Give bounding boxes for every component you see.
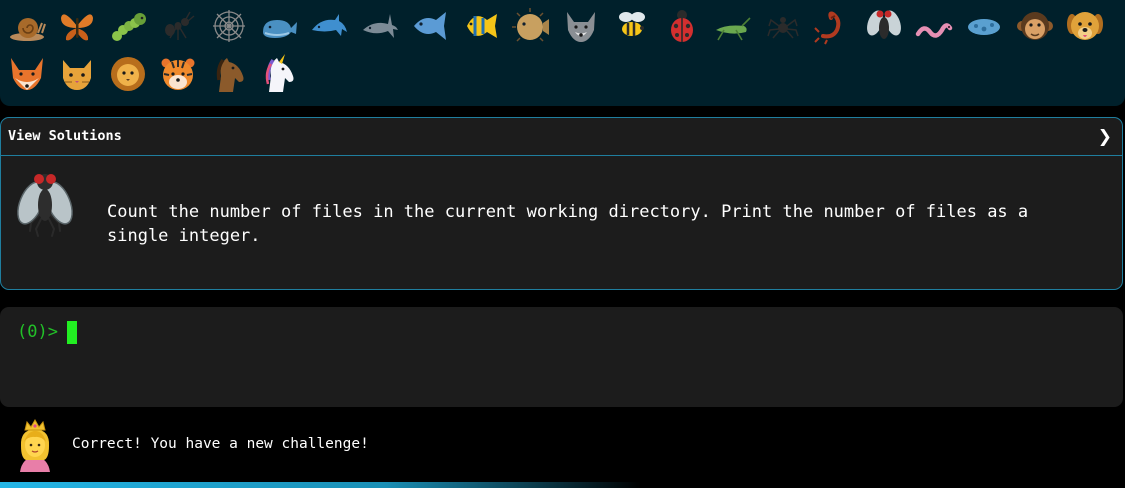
- challenge-description: Count the number of files in the current…: [107, 202, 1029, 246]
- animal-option-microbe[interactable]: [959, 2, 1009, 50]
- animal-option-unicorn[interactable]: [254, 50, 304, 98]
- dog-icon: [1067, 12, 1104, 40]
- monkey-icon: [1016, 12, 1053, 40]
- ant-icon: [165, 11, 195, 40]
- caterpillar-icon: [111, 13, 146, 41]
- butterfly-icon: [61, 14, 94, 41]
- shark-icon: [362, 14, 398, 38]
- terminal[interactable]: (0)>: [0, 307, 1123, 407]
- animal-option-worm[interactable]: [909, 2, 959, 50]
- animal-option-horse[interactable]: [204, 50, 254, 98]
- tiger-icon: [161, 58, 195, 90]
- horse-icon: [216, 58, 244, 92]
- animal-option-monkey[interactable]: [1010, 2, 1060, 50]
- animal-option-cat[interactable]: [52, 50, 102, 98]
- blowfish-icon: [511, 8, 549, 42]
- cat-icon: [63, 60, 92, 90]
- animal-option-ladybug[interactable]: [657, 2, 707, 50]
- unicorn-icon: [265, 54, 294, 92]
- whale-icon: [262, 20, 297, 38]
- fox-icon: [11, 58, 43, 90]
- animal-option-spider-web[interactable]: [204, 2, 254, 50]
- ladybug-icon: [671, 10, 694, 42]
- animal-option-butterfly[interactable]: [52, 2, 102, 50]
- animal-grid: [2, 2, 1125, 98]
- wolf-icon: [567, 12, 596, 42]
- animal-option-blowfish[interactable]: [506, 2, 556, 50]
- animal-option-spider[interactable]: [758, 2, 808, 50]
- fly-icon: [14, 169, 76, 239]
- animal-option-ant[interactable]: [153, 2, 203, 50]
- animal-option-tropical-fish[interactable]: [456, 2, 506, 50]
- terminal-prompt: (0)>: [17, 322, 58, 342]
- animal-option-wolf[interactable]: [556, 2, 606, 50]
- view-solutions-title[interactable]: View Solutions: [8, 128, 122, 144]
- animal-option-cricket[interactable]: [707, 2, 757, 50]
- snail-icon: [10, 18, 46, 41]
- animal-option-dolphin[interactable]: [304, 2, 354, 50]
- fly-icon: [866, 10, 901, 39]
- princess-icon: [14, 418, 56, 472]
- animal-option-fox[interactable]: [2, 50, 52, 98]
- chevron-right-icon[interactable]: ❯: [1098, 127, 1112, 147]
- animal-option-lion[interactable]: [103, 50, 153, 98]
- worm-icon: [915, 23, 953, 38]
- view-solutions-header[interactable]: View Solutions ❯: [1, 118, 1122, 156]
- status-message-row: Correct! You have a new challenge!: [0, 416, 1125, 478]
- spider-icon: [767, 17, 799, 39]
- prompt-line[interactable]: (0)>: [17, 320, 77, 344]
- spider-web-icon: [212, 10, 245, 42]
- tropical-fish-icon: [466, 14, 497, 38]
- animal-option-whale[interactable]: [254, 2, 304, 50]
- challenge-panel: View Solutions ❯ Count the number of fil…: [0, 117, 1123, 290]
- animal-option-snail[interactable]: [2, 2, 52, 50]
- lion-icon: [110, 57, 145, 91]
- fish-icon: [414, 12, 447, 40]
- animal-option-caterpillar[interactable]: [103, 2, 153, 50]
- animal-option-fly[interactable]: [859, 2, 909, 50]
- animal-picker: [0, 0, 1125, 106]
- microbe-icon: [968, 19, 1001, 35]
- progress-bar-fill: [0, 482, 642, 488]
- scorpion-icon: [814, 11, 841, 45]
- animal-option-scorpion[interactable]: [808, 2, 858, 50]
- animal-option-fish[interactable]: [405, 2, 455, 50]
- status-message: Correct! You have a new challenge!: [72, 436, 369, 452]
- progress-bar: [0, 482, 1125, 488]
- dolphin-icon: [312, 14, 348, 36]
- animal-option-bee[interactable]: [607, 2, 657, 50]
- terminal-cursor: [66, 320, 77, 344]
- animal-option-dog[interactable]: [1060, 2, 1110, 50]
- cricket-icon: [716, 17, 752, 41]
- bee-icon: [618, 12, 645, 36]
- animal-option-shark[interactable]: [355, 2, 405, 50]
- animal-option-tiger[interactable]: [153, 50, 203, 98]
